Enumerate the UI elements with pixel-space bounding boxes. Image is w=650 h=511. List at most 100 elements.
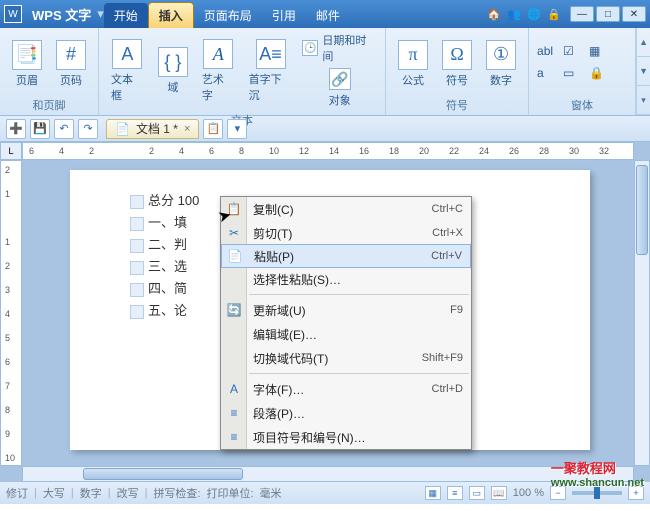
- form-lock-icon[interactable]: 🔒: [589, 66, 611, 84]
- window-buttons: — □ ✕: [566, 6, 650, 22]
- dropcap-icon: A≡: [256, 39, 286, 69]
- doc-line[interactable]: 三、选: [148, 259, 187, 274]
- vscroll-thumb[interactable]: [636, 165, 648, 255]
- tab-layout[interactable]: 页面布局: [194, 3, 262, 28]
- ruler-tick: 10: [269, 146, 279, 156]
- close-button[interactable]: ✕: [622, 6, 646, 22]
- form-frame-icon[interactable]: a: [537, 66, 559, 84]
- ruler-tick: 14: [329, 146, 339, 156]
- redo-button[interactable]: ↷: [78, 119, 98, 139]
- ribbon: 📑页眉 #页码 和页脚 A文本框 { }域 A艺术字 A≡首字下沉 🕒日期和时间…: [0, 28, 650, 116]
- document-tab[interactable]: 📄 文档 1 * ×: [106, 119, 199, 139]
- doc-tab-close[interactable]: ×: [184, 123, 190, 135]
- group-text: A文本框 { }域 A艺术字 A≡首字下沉 🕒日期和时间 🔗对象 文本: [99, 28, 386, 115]
- number-button[interactable]: ①数字: [482, 38, 520, 90]
- menu-item[interactable]: ✂剪切(T)Ctrl+X: [221, 221, 471, 245]
- menu-item[interactable]: A字体(F)…Ctrl+D: [221, 377, 471, 401]
- app-icon: W: [4, 5, 22, 23]
- doc-line[interactable]: 五、论: [148, 303, 187, 318]
- doc-title: 文档 1 *: [136, 120, 178, 137]
- horizontal-scrollbar[interactable]: [22, 466, 634, 482]
- field-button[interactable]: { }域: [154, 45, 192, 97]
- ruler-tick: 2: [149, 146, 154, 156]
- menu-item[interactable]: 编辑域(E)…: [221, 322, 471, 346]
- undo-button[interactable]: ↶: [54, 119, 74, 139]
- vertical-scrollbar[interactable]: [634, 160, 650, 466]
- menu-item[interactable]: 选择性粘贴(S)…: [221, 267, 471, 291]
- ribbon-expand[interactable]: ▾: [637, 86, 650, 115]
- menu-item[interactable]: 📄粘贴(P)Ctrl+V: [221, 244, 471, 268]
- ribbon-scroll-down[interactable]: ▼: [637, 57, 650, 86]
- header-button[interactable]: 📑页眉: [8, 38, 46, 90]
- status-unit[interactable]: 毫米: [260, 485, 282, 501]
- doc-line[interactable]: 总分 100: [148, 193, 199, 208]
- menu-item[interactable]: ≡段落(P)…: [221, 401, 471, 425]
- ruler-tick: 6: [209, 146, 214, 156]
- vertical-ruler[interactable]: 2112345678910: [0, 160, 22, 466]
- form-shade-icon[interactable]: ▭: [563, 66, 585, 84]
- maximize-button[interactable]: □: [596, 6, 620, 22]
- minimize-button[interactable]: —: [570, 6, 594, 22]
- view-outline-icon[interactable]: ≡: [447, 486, 463, 500]
- save-button[interactable]: 💾: [30, 119, 50, 139]
- clipboard-qat-icon[interactable]: 📋: [203, 119, 223, 139]
- hscroll-thumb[interactable]: [83, 468, 243, 480]
- ruler-tick: 9: [5, 429, 10, 439]
- field-marker-icon: [130, 305, 144, 319]
- view-web-icon[interactable]: ▭: [469, 486, 485, 500]
- status-num[interactable]: 数字: [80, 485, 102, 501]
- users-icon[interactable]: 👥: [506, 6, 522, 22]
- globe-icon[interactable]: 🌐: [526, 6, 542, 22]
- status-spell[interactable]: 拼写检查:: [153, 485, 200, 501]
- dropcap-button[interactable]: A≡首字下沉: [245, 37, 297, 105]
- lock-icon[interactable]: 🔒: [546, 6, 562, 22]
- status-ovr[interactable]: 改写: [117, 485, 139, 501]
- tab-reference[interactable]: 引用: [262, 3, 306, 28]
- wordart-icon: A: [203, 39, 233, 69]
- wordart-button[interactable]: A艺术字: [198, 37, 239, 105]
- menu-item-label: 编辑域(E)…: [253, 326, 463, 343]
- view-read-icon[interactable]: 📖: [491, 486, 507, 500]
- ribbon-scroll-up[interactable]: ▲: [637, 28, 650, 57]
- view-print-icon[interactable]: ▦: [425, 486, 441, 500]
- horizontal-ruler[interactable]: 6422468101214161820222426283032: [22, 142, 634, 160]
- menu-item[interactable]: ≡项目符号和编号(N)…: [221, 425, 471, 449]
- menu-item[interactable]: 切换域代码(T)Shift+F9: [221, 346, 471, 370]
- menu-item[interactable]: 📋复制(C)Ctrl+C: [221, 197, 471, 221]
- menu-item-icon: 🔄: [225, 301, 243, 319]
- menu-item-label: 更新域(U): [253, 302, 450, 319]
- omega-icon: Ω: [442, 40, 472, 70]
- object-button[interactable]: 🔗对象: [302, 66, 377, 110]
- qat-dropdown[interactable]: ▾: [227, 119, 247, 139]
- zoom-value[interactable]: 100 %: [513, 487, 544, 499]
- doc-line[interactable]: 一、填: [148, 215, 187, 230]
- tab-mail[interactable]: 邮件: [306, 3, 350, 28]
- menu-item-icon: [225, 349, 243, 367]
- textbox-button[interactable]: A文本框: [107, 37, 148, 105]
- datetime-button[interactable]: 🕒日期和时间: [302, 32, 377, 64]
- status-track[interactable]: 修订: [6, 485, 28, 501]
- form-combo-icon[interactable]: ▦: [589, 44, 611, 62]
- page-number-button[interactable]: #页码: [52, 38, 90, 90]
- ribbon-tabs: 开始 插入 页面布局 引用 邮件: [104, 0, 350, 28]
- menu-item[interactable]: 🔄更新域(U)F9: [221, 298, 471, 322]
- menu-item-label: 粘贴(P): [254, 248, 431, 265]
- ruler-tick: 24: [479, 146, 489, 156]
- status-caps[interactable]: 大写: [43, 485, 65, 501]
- ruler-tick: 12: [299, 146, 309, 156]
- ruler-tick: 7: [5, 381, 10, 391]
- ruler-tick: 22: [449, 146, 459, 156]
- symbol-button[interactable]: Ω符号: [438, 38, 476, 90]
- home-icon[interactable]: 🏠: [486, 6, 502, 22]
- tab-start[interactable]: 开始: [104, 3, 148, 28]
- equation-button[interactable]: π公式: [394, 38, 432, 90]
- ruler-tick: 30: [569, 146, 579, 156]
- tab-insert[interactable]: 插入: [148, 2, 194, 28]
- doc-line[interactable]: 二、判: [148, 237, 187, 252]
- zoom-slider[interactable]: [572, 491, 622, 495]
- form-check-icon[interactable]: ☑: [563, 44, 585, 62]
- new-button[interactable]: ➕: [6, 119, 26, 139]
- form-text-icon[interactable]: abl: [537, 44, 559, 62]
- doc-line[interactable]: 四、简: [148, 281, 187, 296]
- group-label: 和页脚: [33, 95, 66, 113]
